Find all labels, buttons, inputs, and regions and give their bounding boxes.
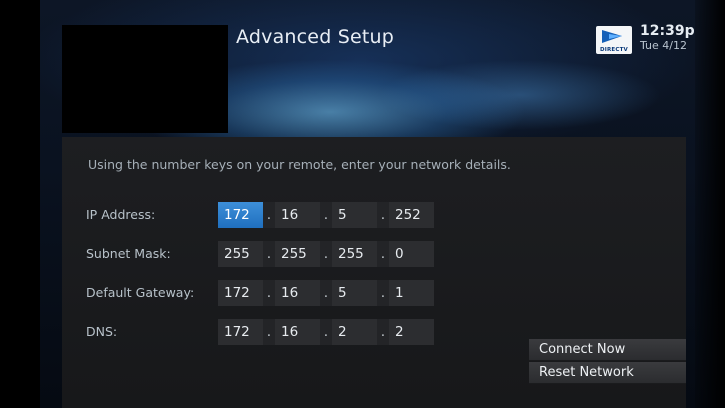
instructions-text: Using the number keys on your remote, en… (88, 157, 511, 172)
connect-now-button[interactable]: Connect Now (529, 339, 686, 361)
subnet-mask-label: Subnet Mask: (86, 246, 171, 261)
advanced-setup-screen: Advanced Setup DIRECTV 12:39p Tue 4/12 U… (0, 0, 725, 408)
ip-dot-3: . (377, 202, 389, 228)
subnet-octet-1[interactable]: 255 (218, 241, 263, 267)
dns-dot-1: . (263, 319, 275, 345)
subnet-dot-3: . (377, 241, 389, 267)
right-edge (695, 0, 725, 408)
ip-dot-1: . (263, 202, 275, 228)
subnet-dot-2: . (320, 241, 332, 267)
directv-logo-icon: DIRECTV (596, 26, 632, 54)
subnet-octet-3[interactable]: 255 (332, 241, 377, 267)
ip-octet-3[interactable]: 5 (332, 202, 377, 228)
dns-octet-4[interactable]: 2 (389, 319, 434, 345)
default-gateway-label: Default Gateway: (86, 285, 195, 300)
page-title: Advanced Setup (236, 26, 394, 48)
dns-octet-1[interactable]: 172 (218, 319, 263, 345)
subnet-dot-1: . (263, 241, 275, 267)
gateway-octet-1[interactable]: 172 (218, 280, 263, 306)
subnet-octet-2[interactable]: 255 (275, 241, 320, 267)
dns-octet-3[interactable]: 2 (332, 319, 377, 345)
clock-date: Tue 4/12 (640, 39, 687, 52)
dns-octet-2[interactable]: 16 (275, 319, 320, 345)
ip-octet-1[interactable]: 172 (218, 202, 263, 228)
dns-dot-3: . (377, 319, 389, 345)
ip-dot-2: . (320, 202, 332, 228)
clock-time: 12:39p (640, 23, 695, 39)
gateway-octet-4[interactable]: 1 (389, 280, 434, 306)
ip-octet-2[interactable]: 16 (275, 202, 320, 228)
live-tv-preview (62, 25, 228, 133)
clock: 12:39p Tue 4/12 (640, 23, 695, 53)
dns-label: DNS: (86, 324, 118, 339)
reset-network-button[interactable]: Reset Network (529, 362, 686, 384)
subnet-octet-4[interactable]: 0 (389, 241, 434, 267)
gateway-dot-3: . (377, 280, 389, 306)
directv-swoosh-icon (602, 30, 622, 43)
gateway-octet-2[interactable]: 16 (275, 280, 320, 306)
gateway-dot-2: . (320, 280, 332, 306)
gateway-octet-3[interactable]: 5 (332, 280, 377, 306)
left-edge (0, 0, 40, 408)
ip-octet-4[interactable]: 252 (389, 202, 434, 228)
logo-text: DIRECTV (599, 47, 629, 53)
gateway-dot-1: . (263, 280, 275, 306)
dns-dot-2: . (320, 319, 332, 345)
ip-address-label: IP Address: (86, 207, 156, 222)
